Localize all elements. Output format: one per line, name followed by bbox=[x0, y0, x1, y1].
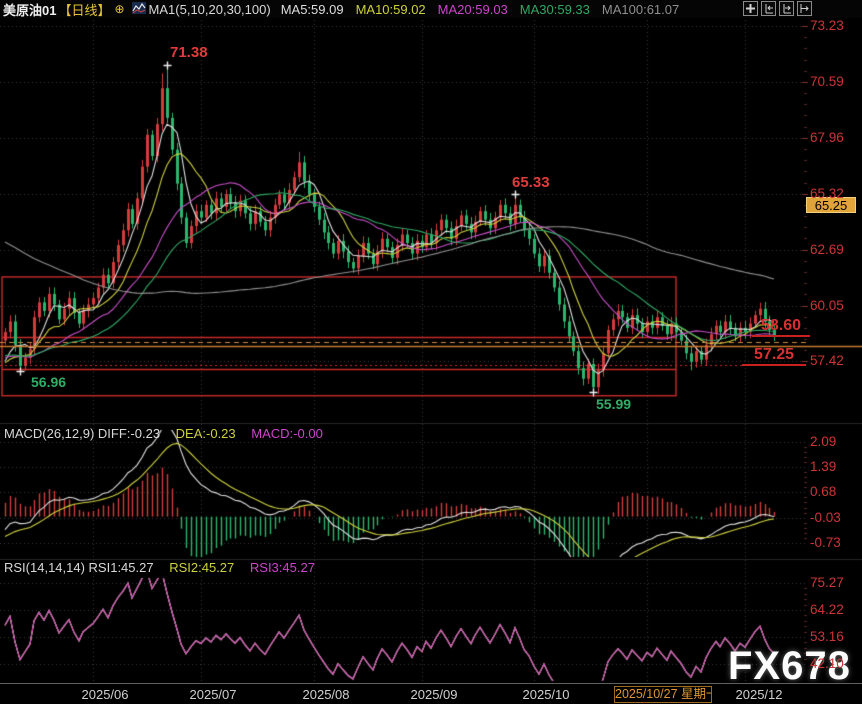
axis-tick-label: -0.03 bbox=[810, 510, 841, 525]
axis-tick-label: 67.96 bbox=[810, 130, 844, 145]
ma-value-label: MA100:61.07 bbox=[602, 2, 679, 17]
jump-to-latest-icon[interactable] bbox=[797, 1, 812, 16]
crosshair-icon[interactable] bbox=[743, 1, 758, 16]
ma-value-label: MA5:59.09 bbox=[281, 2, 344, 17]
axis-tick-label: 0.68 bbox=[810, 484, 836, 499]
axis-tick-label: 2.09 bbox=[810, 434, 836, 449]
rsi3-label: RSI3:45.27 bbox=[250, 560, 315, 575]
month-label: 2025/12 bbox=[736, 687, 783, 702]
axis-tick-label: 64.22 bbox=[810, 602, 844, 617]
month-label: 2025/10 bbox=[523, 687, 570, 702]
support-price-tag: 57.25 bbox=[742, 347, 806, 366]
axis-tick-label: 65.32 bbox=[810, 186, 844, 201]
crosshair-date-tag: 2025/10/27 星期一 bbox=[614, 686, 712, 703]
chart-header: 美原油01 【日线】 ⊕ MA1(5,10,20,30,100) MA5:59.… bbox=[0, 0, 862, 18]
period-label[interactable]: 【日线】 bbox=[58, 0, 110, 19]
axis-tick-label: 60.05 bbox=[810, 298, 844, 313]
chart-toolbar bbox=[743, 1, 812, 16]
axis-tick-label: 42.10 bbox=[810, 656, 844, 671]
ma-config-label: MA1(5,10,20,30,100) bbox=[149, 2, 271, 17]
annotation-low-may: 56.96 bbox=[31, 374, 66, 390]
main-chart-canvas[interactable] bbox=[0, 0, 862, 704]
circle-plus-icon[interactable]: ⊕ bbox=[114, 2, 124, 16]
axis-tick-label: 75.27 bbox=[810, 575, 844, 590]
date-axis: 2025/06 2025/07 2025/08 2025/09 2025/10 2025/… bbox=[0, 683, 862, 704]
annotation-high-june: 71.38 bbox=[170, 44, 208, 61]
axis-tick-label: 62.69 bbox=[810, 242, 844, 257]
pan-right-icon[interactable] bbox=[779, 1, 794, 16]
ma-value-label: MA20:59.03 bbox=[438, 2, 508, 17]
axis-tick-label: 53.16 bbox=[810, 629, 844, 644]
macd-legend: MACD(26,12,9) DIFF:-0.23 DEA:-0.23 MACD:… bbox=[4, 426, 335, 441]
rsi-legend: RSI(14,14,14) RSI1:45.27 RSI2:45.27 RSI3… bbox=[4, 560, 327, 575]
axis-tick-label: 73.23 bbox=[810, 18, 844, 33]
macd-bar-label: MACD:-0.00 bbox=[251, 426, 323, 441]
symbol-name[interactable]: 美原油01 bbox=[3, 0, 56, 19]
month-label: 2025/07 bbox=[190, 687, 237, 702]
rsi1-label: RSI(14,14,14) RSI1:45.27 bbox=[4, 560, 154, 575]
macd-diff-label: MACD(26,12,9) DIFF:-0.23 bbox=[4, 426, 160, 441]
month-label: 2025/09 bbox=[411, 687, 458, 702]
annotation-low-october: 55.99 bbox=[596, 396, 631, 412]
axis-tick-label: 57.42 bbox=[810, 353, 844, 368]
month-label: 2025/06 bbox=[82, 687, 129, 702]
axis-tick-label: -0.73 bbox=[810, 535, 841, 550]
last-price-tag: 58.60 bbox=[752, 318, 810, 337]
macd-dea-label: DEA:-0.23 bbox=[176, 426, 236, 441]
pan-left-icon[interactable] bbox=[761, 1, 776, 16]
chart-type-icon[interactable] bbox=[132, 2, 146, 17]
ma-value-label: MA30:59.33 bbox=[520, 2, 590, 17]
trading-terminal: 美原油01 【日线】 ⊕ MA1(5,10,20,30,100) MA5:59.… bbox=[0, 0, 862, 704]
month-label: 2025/08 bbox=[303, 687, 350, 702]
annotation-high-sept: 65.33 bbox=[512, 174, 550, 191]
axis-tick-label: 70.59 bbox=[810, 74, 844, 89]
ma-values-group: MA5:59.09 MA10:59.02 MA20:59.03 MA30:59.33 M… bbox=[281, 2, 692, 17]
rsi2-label: RSI2:45.27 bbox=[169, 560, 234, 575]
axis-tick-label: 1.39 bbox=[810, 459, 836, 474]
ma-value-label: MA10:59.02 bbox=[356, 2, 426, 17]
